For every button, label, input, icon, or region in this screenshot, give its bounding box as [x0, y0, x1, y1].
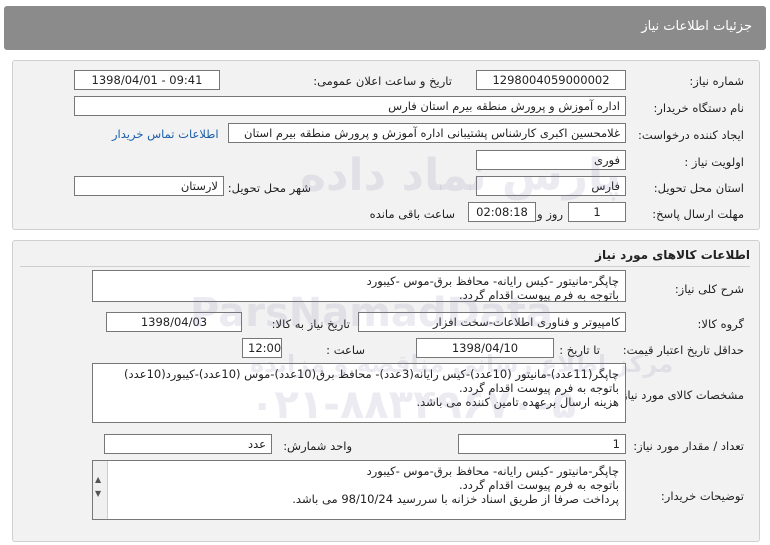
deadline-label: مهلت ارسال پاسخ:: [652, 207, 744, 221]
buyer-notes-text: چاپگر-مانیتور -کیس رایانه- محافظ برق-موس…: [292, 464, 619, 506]
section-divider: [20, 266, 750, 267]
quantity-label: تعداد / مقدار مورد نیاز:: [633, 439, 744, 453]
province-field: فارس: [476, 176, 626, 196]
goods-group-label: گروه کالا:: [697, 317, 744, 331]
goods-group-field: کامپیوتر و فناوری اطلاعات-سخت افزار: [358, 312, 626, 332]
deadline-time-field: 02:08:18: [468, 202, 536, 222]
scroll-down-icon[interactable]: ▼: [95, 489, 101, 498]
general-desc-field: چاپگر-مانیتور -کیس رایانه- محافظ برق-موس…: [92, 270, 626, 302]
specs-field: چاپگر(11عدد)-مانیتور (10عدد)-کیس رایانه(…: [92, 363, 626, 423]
price-validity-time-field: 12:00: [242, 338, 282, 358]
remaining-label: ساعت باقی مانده: [369, 207, 455, 221]
city-label: شهر محل تحویل:: [227, 181, 311, 195]
unit-field: عدد: [104, 434, 272, 454]
quantity-field: 1: [458, 434, 626, 454]
buyer-notes-label: توضیحات خریدار:: [660, 489, 744, 503]
need-number-label: شماره نیاز:: [689, 74, 744, 88]
creator-label: ایجاد کننده درخواست:: [638, 128, 744, 142]
need-date-label: تاریخ نیاز به کالا:: [271, 317, 350, 331]
buyer-org-field: اداره آموزش و پرورش منطقه بیرم استان فار…: [74, 96, 626, 116]
priority-field: فوری: [476, 150, 626, 170]
time-label: ساعت :: [326, 343, 365, 357]
goods-section-title: اطلاعات کالاهای مورد نیاز: [595, 248, 750, 262]
need-date-field: 1398/04/03: [106, 312, 242, 332]
specs-label: مشخصات کالای مورد نیاز:: [617, 388, 744, 402]
priority-label: اولویت نیاز :: [684, 155, 744, 169]
province-label: استان محل تحویل:: [653, 181, 744, 195]
page-title: جزئیات اطلاعات نیاز: [641, 19, 752, 34]
price-validity-date-field: 1398/04/10: [416, 338, 554, 358]
notes-scrollbar[interactable]: ▲ ▼: [93, 461, 108, 519]
buyer-contact-link[interactable]: اطلاعات تماس خریدار: [112, 127, 219, 141]
price-validity-label: حداقل تاریخ اعتبار قیمت:: [622, 343, 744, 357]
page-header: جزئیات اطلاعات نیاز: [4, 6, 766, 50]
announce-date-label: تاریخ و ساعت اعلان عمومی:: [313, 74, 452, 88]
creator-field: غلامحسین اکبری کارشناس پشتیبانی اداره آم…: [228, 123, 626, 143]
to-date-label: تا تاریخ :: [559, 343, 600, 357]
unit-label: واحد شمارش:: [283, 439, 352, 453]
announce-date-field: 1398/04/01 - 09:41: [74, 70, 220, 90]
need-number-field: 1298004059000002: [476, 70, 626, 90]
scroll-up-icon[interactable]: ▲: [95, 475, 101, 484]
days-label: روز و: [537, 207, 563, 221]
city-field: لارستان: [74, 176, 224, 196]
deadline-days-field: 1: [568, 202, 626, 222]
buyer-notes-field: ▲ ▼ چاپگر-مانیتور -کیس رایانه- محافظ برق…: [92, 460, 626, 520]
general-desc-label: شرح کلی نیاز:: [674, 282, 744, 296]
buyer-org-label: نام دستگاه خریدار:: [653, 101, 744, 115]
